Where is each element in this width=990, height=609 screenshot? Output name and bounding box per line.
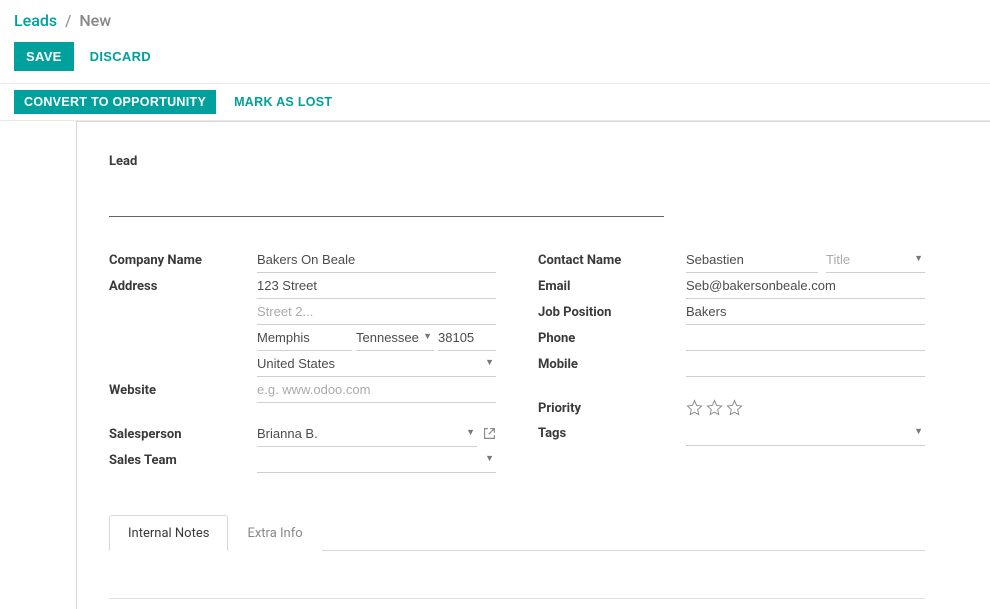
tab-content[interactable] — [109, 551, 925, 599]
convert-to-opportunity-button[interactable]: CONVERT TO OPPORTUNITY — [14, 90, 216, 114]
sales-team-label: Sales Team — [109, 447, 257, 468]
mobile-input[interactable] — [686, 351, 925, 377]
tab-internal-notes[interactable]: Internal Notes — [109, 515, 228, 551]
country-input[interactable] — [257, 351, 496, 377]
city-input[interactable] — [257, 325, 352, 351]
priority-stars — [686, 395, 925, 420]
website-label: Website — [109, 377, 257, 398]
tags-label: Tags — [538, 420, 686, 441]
star-icon[interactable] — [726, 399, 743, 420]
mobile-label: Mobile — [538, 351, 686, 372]
breadcrumb: Leads / New — [14, 10, 976, 32]
tags-input[interactable] — [686, 420, 925, 446]
star-icon[interactable] — [706, 399, 723, 420]
title-input[interactable] — [826, 247, 925, 273]
save-button[interactable]: SAVE — [14, 42, 74, 71]
company-name-input[interactable] — [257, 247, 496, 273]
contact-name-input[interactable] — [686, 247, 818, 273]
company-name-label: Company Name — [109, 247, 257, 268]
sales-team-input[interactable] — [257, 447, 496, 473]
email-input[interactable] — [686, 273, 925, 299]
breadcrumb-root-link[interactable]: Leads — [14, 11, 57, 30]
job-position-label: Job Position — [538, 299, 686, 320]
contact-name-label: Contact Name — [538, 247, 686, 268]
discard-button[interactable]: DISCARD — [90, 49, 151, 64]
email-label: Email — [538, 273, 686, 294]
breadcrumb-separator: / — [65, 11, 71, 30]
phone-input[interactable] — [686, 325, 925, 351]
external-link-icon[interactable] — [483, 421, 496, 444]
lead-label: Lead — [109, 154, 925, 169]
street2-input[interactable] — [257, 299, 496, 325]
breadcrumb-current: New — [79, 11, 111, 30]
street-input[interactable] — [257, 273, 496, 299]
salesperson-input[interactable] — [257, 421, 477, 447]
address-label: Address — [109, 273, 257, 294]
lead-name-input[interactable] — [109, 175, 664, 217]
mark-as-lost-button[interactable]: MARK AS LOST — [234, 95, 332, 109]
salesperson-label: Salesperson — [109, 421, 257, 442]
job-position-input[interactable] — [686, 299, 925, 325]
state-input[interactable] — [356, 325, 434, 351]
zip-input[interactable] — [438, 325, 496, 351]
star-icon[interactable] — [686, 399, 703, 420]
phone-label: Phone — [538, 325, 686, 346]
website-input[interactable] — [257, 377, 496, 403]
priority-label: Priority — [538, 395, 686, 416]
tab-extra-info[interactable]: Extra Info — [228, 515, 321, 551]
